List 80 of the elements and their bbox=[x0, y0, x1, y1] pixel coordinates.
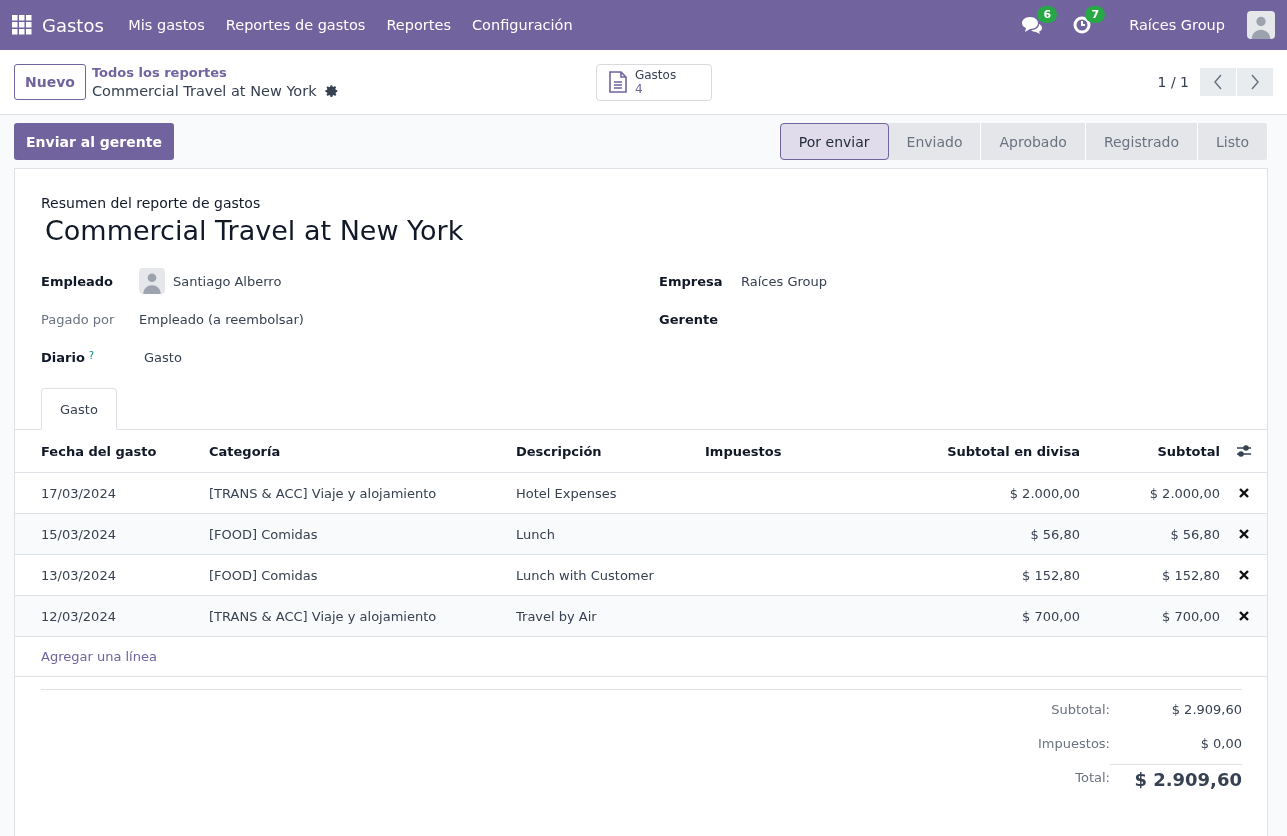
chevron-left-icon bbox=[1213, 74, 1223, 90]
status-step[interactable]: Aprobado bbox=[981, 123, 1086, 160]
field-label: Empresa bbox=[659, 273, 724, 289]
table-cell-text: [TRANS & ACC] Viaje y alojamiento bbox=[209, 485, 438, 501]
help-tooltip[interactable]: ? bbox=[88, 349, 95, 361]
add-line-link[interactable]: Agregar una línea bbox=[41, 649, 157, 664]
chevron-right-icon bbox=[1250, 74, 1260, 90]
field-value: Santiago Alberro bbox=[173, 273, 282, 289]
table-cell-text: Hotel Expenses bbox=[516, 485, 618, 501]
grand-total-value: $ 2.909,60 bbox=[1110, 764, 1242, 790]
send-to-manager-button[interactable]: Enviar al gerente bbox=[14, 123, 174, 160]
field-value: Empleado (a reembolsar) bbox=[139, 311, 304, 327]
company-name[interactable]: Raíces Group bbox=[1129, 17, 1225, 33]
field-label: Empleado bbox=[41, 273, 114, 289]
table-cell-text: $ 152,80 bbox=[1021, 567, 1080, 583]
table-cell-text: [FOOD] Comidas bbox=[209, 526, 319, 542]
table-cell-text: $ 2.000,00 bbox=[1148, 485, 1220, 501]
delete-icon[interactable] bbox=[1238, 570, 1249, 580]
status-step[interactable]: Enviado bbox=[888, 123, 982, 160]
field-label: Diario bbox=[41, 349, 85, 365]
message-count-badge: 6 bbox=[1037, 6, 1058, 23]
table-cell-text: $ 56,80 bbox=[1029, 526, 1080, 542]
document-icon bbox=[608, 71, 627, 93]
tab[interactable]: Gasto bbox=[41, 388, 117, 430]
table-cell-text: 17/03/2024 bbox=[41, 485, 117, 501]
column-header: Descripción bbox=[516, 443, 603, 459]
column-header: Subtotal en divisa bbox=[946, 443, 1080, 459]
field-value: Gasto bbox=[144, 349, 182, 365]
column-header: Impuestos bbox=[705, 443, 783, 459]
form-subtitle: Resumen del reporte de gastos bbox=[41, 195, 262, 211]
apps-menu-icon[interactable] bbox=[12, 15, 32, 35]
delete-icon[interactable] bbox=[1238, 529, 1249, 539]
table-cell-text: $ 56,80 bbox=[1169, 526, 1220, 542]
table-cell-text: $ 700,00 bbox=[1161, 608, 1220, 624]
report-title: Commercial Travel at New York bbox=[45, 215, 465, 246]
clock-icon[interactable] bbox=[1073, 16, 1092, 34]
delete-icon[interactable] bbox=[1238, 488, 1249, 498]
table-cell-text: Lunch with Customer bbox=[516, 567, 655, 583]
status-step[interactable]: Listo bbox=[1197, 123, 1268, 160]
next-button[interactable] bbox=[1237, 68, 1273, 96]
table-cell-text: Travel by Air bbox=[516, 608, 598, 624]
pager-value: 1 / 1 bbox=[1157, 74, 1189, 90]
table-cell-text: [FOOD] Comidas bbox=[209, 567, 319, 583]
total-label: Subtotal: bbox=[1050, 701, 1110, 717]
field-label: Gerente bbox=[659, 311, 719, 327]
record-name: Commercial Travel at New York bbox=[91, 83, 317, 99]
column-settings-icon[interactable] bbox=[1235, 444, 1252, 458]
field-label: Pagado por bbox=[41, 311, 116, 327]
app-name[interactable]: Gastos bbox=[42, 14, 104, 36]
settings-icon[interactable] bbox=[324, 84, 339, 98]
table-cell-text: [TRANS & ACC] Viaje y alojamiento bbox=[209, 608, 438, 624]
user-avatar bbox=[1247, 11, 1275, 39]
employee-avatar bbox=[139, 268, 165, 294]
new-button[interactable]: Nuevo bbox=[14, 64, 86, 100]
menu-item[interactable]: Reportes bbox=[375, 17, 462, 33]
table-cell-text: Lunch bbox=[516, 526, 556, 542]
column-header: Fecha del gasto bbox=[41, 443, 158, 459]
status-step[interactable]: Registrado bbox=[1085, 123, 1198, 160]
column-header: Categoría bbox=[209, 443, 282, 459]
table-cell-text: 15/03/2024 bbox=[41, 526, 117, 542]
chat-icon[interactable] bbox=[1021, 16, 1044, 34]
table-cell-text: 12/03/2024 bbox=[41, 608, 117, 624]
table-cell-text: $ 700,00 bbox=[1021, 608, 1080, 624]
total-label: Total: bbox=[1074, 769, 1110, 785]
table-cell-text: $ 2.000,00 bbox=[1008, 485, 1080, 501]
table-cell-text: $ 152,80 bbox=[1161, 567, 1220, 583]
breadcrumb-link[interactable]: Todos los reportes bbox=[91, 65, 596, 80]
field-value: Raíces Group bbox=[741, 273, 827, 289]
total-value: $ 0,00 bbox=[1199, 735, 1242, 751]
activity-count-badge: 7 bbox=[1085, 6, 1106, 23]
expenses-smart-button[interactable]: Gastos 4 bbox=[595, 63, 712, 101]
status-step[interactable]: Por enviar bbox=[779, 123, 889, 160]
menu-item[interactable]: Reportes de gastos bbox=[215, 17, 376, 33]
table-cell-text: 13/03/2024 bbox=[41, 567, 117, 583]
menu-item[interactable]: Mis gastos bbox=[117, 17, 216, 33]
total-value: $ 2.909,60 bbox=[1170, 701, 1242, 717]
delete-icon[interactable] bbox=[1238, 611, 1249, 621]
menu-item[interactable]: Configuración bbox=[461, 17, 584, 33]
column-header: Subtotal bbox=[1156, 443, 1220, 459]
total-label: Impuestos: bbox=[1037, 735, 1110, 751]
